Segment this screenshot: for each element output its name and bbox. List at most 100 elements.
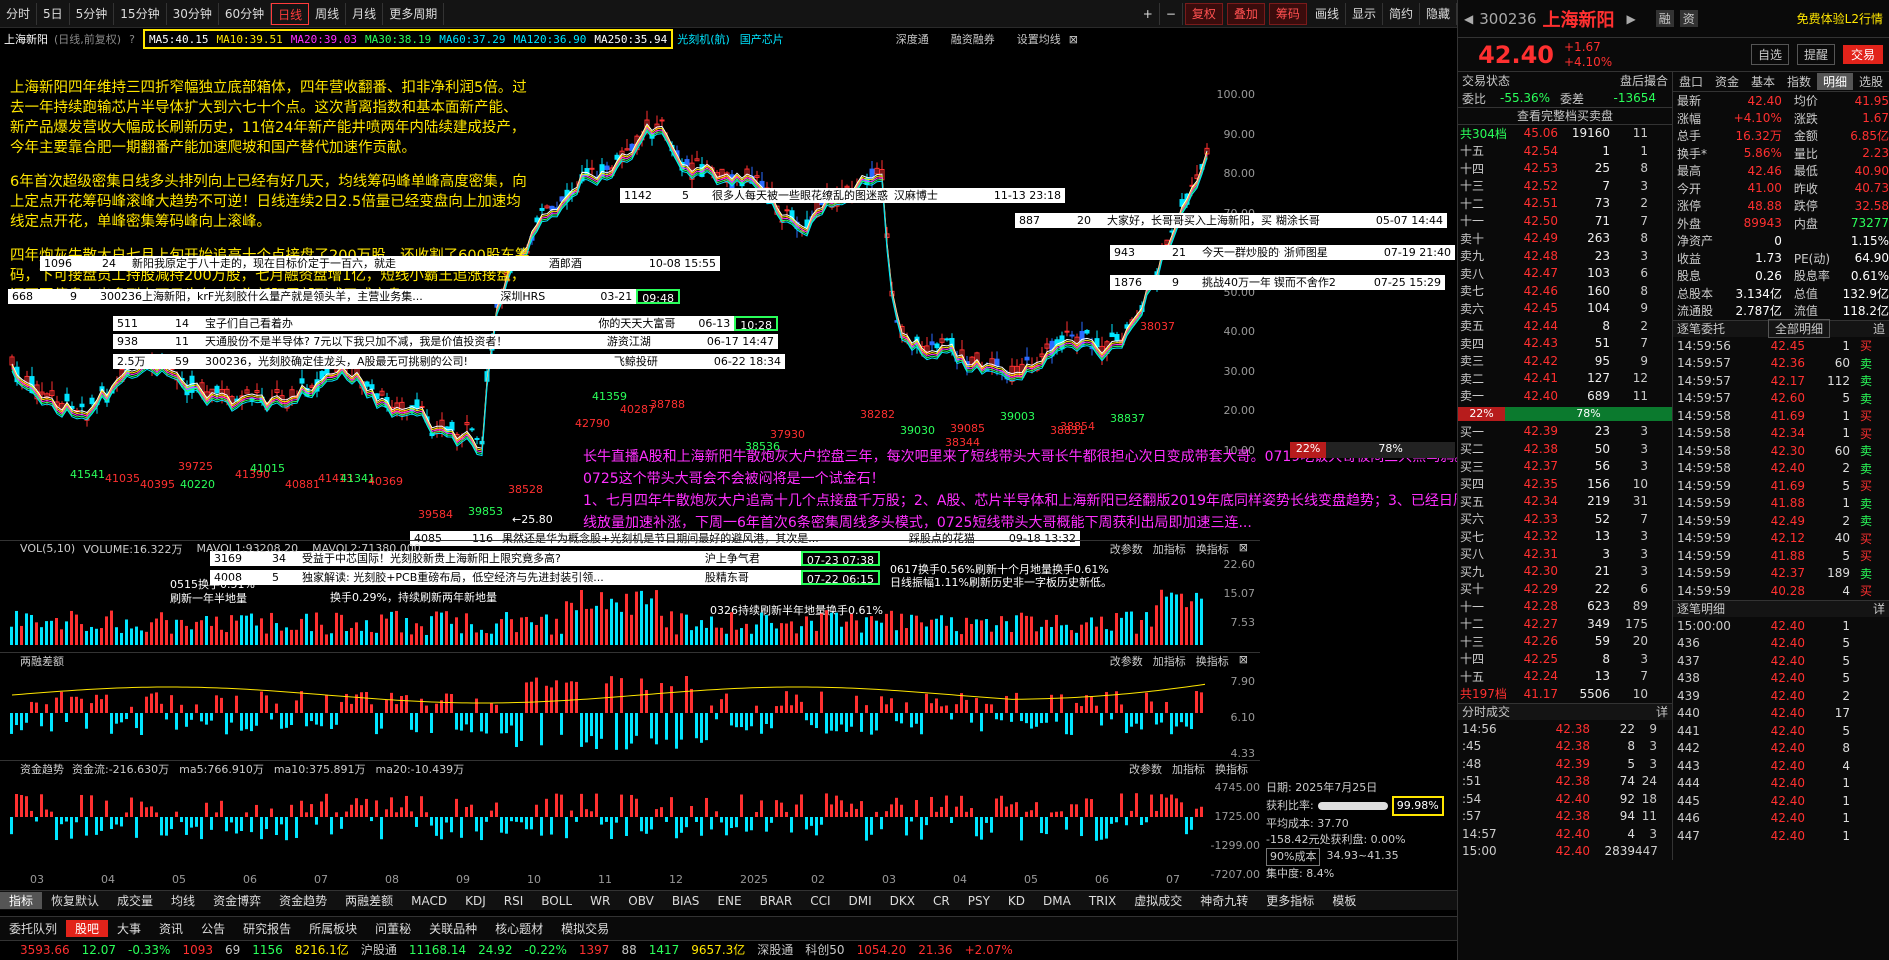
buy-level[interactable]: 买六 42.33 52 7 (1458, 510, 1672, 528)
buy-level[interactable]: 买一 42.39 23 3 (1458, 423, 1672, 441)
bottom-tab[interactable]: 资讯 (150, 920, 192, 937)
period-tab[interactable]: 日线 (271, 2, 310, 25)
zoom-out-button[interactable]: − (1160, 3, 1183, 25)
period-tab[interactable]: 30分钟 (167, 2, 219, 25)
buy-level[interactable]: 十五 42.24 13 7 (1458, 668, 1672, 686)
sell-level[interactable]: 卖四 42.43 51 7 (1458, 335, 1672, 353)
period-tab[interactable]: 周线 (309, 2, 347, 25)
sell-level[interactable]: 卖七 42.46 160 8 (1458, 282, 1672, 300)
indicator-tab[interactable]: DKX (881, 894, 924, 908)
full-book-link[interactable]: 查看完整档买卖盘 (1458, 107, 1672, 125)
indicator-tab[interactable]: BOLL (532, 894, 581, 908)
buy-level[interactable]: 买七 42.32 13 3 (1458, 528, 1672, 546)
buy-level[interactable]: 买二 42.38 50 3 (1458, 440, 1672, 458)
comment-bar[interactable]: 1876 9 挑战40万一年内翻三倍日记锲而不舍作2 07-25 15:29 (1110, 275, 1445, 290)
entrust-filter[interactable]: 全部明细 (1767, 319, 1830, 339)
period-tab[interactable]: 月线 (346, 2, 384, 25)
sell-level[interactable]: 卖六 42.45 104 9 (1458, 300, 1672, 318)
comment-bar[interactable]: 1096 24 新阳我原定于八十走的，现在目标价定于一百六，就走 酒郎酒 10-08 1… (40, 256, 720, 271)
margin-link[interactable]: 融资融券 (951, 31, 995, 47)
comment-bar[interactable]: 511 14 宝子们自己看着办 你的天天大富哥 06-13 10:28 (113, 316, 778, 331)
sell-level[interactable]: 十三 42.52 7 3 (1458, 177, 1672, 195)
detail-more-button[interactable]: 详 (1873, 600, 1885, 617)
indicator-tab[interactable]: 神奇九转 (1191, 892, 1257, 909)
indicator-tab[interactable]: OBV (619, 894, 663, 908)
indicator-tab[interactable]: 均线 (162, 892, 204, 909)
sell-level[interactable]: 卖三 42.42 95 9 (1458, 352, 1672, 370)
sell-level[interactable]: 十四 42.53 25 8 (1458, 160, 1672, 178)
quote-tab[interactable]: 盘口 (1673, 73, 1709, 90)
indicator-tab[interactable]: MACD (402, 894, 456, 908)
buy-level[interactable]: 十二 42.27 349 175 (1458, 615, 1672, 633)
indicator-tab[interactable]: TRIX (1080, 894, 1125, 908)
draw-button[interactable]: 画线 (1309, 3, 1346, 25)
display-button[interactable]: 显示 (1346, 3, 1383, 25)
cost-range-select[interactable]: 90%成本 (1266, 848, 1321, 866)
quote-tab[interactable]: 基本 (1745, 73, 1781, 90)
period-tab[interactable]: 15分钟 (114, 2, 167, 25)
depth-link[interactable]: 深度通 (896, 31, 929, 47)
indicator-tab[interactable]: CCI (801, 894, 839, 908)
quote-tab[interactable]: 资金 (1709, 73, 1745, 90)
indicator-tab[interactable]: RSI (495, 894, 533, 908)
bottom-tab[interactable]: 股吧 (66, 920, 109, 937)
period-tab[interactable]: 分时 (0, 2, 38, 25)
bottom-tab[interactable]: 模拟交易 (552, 920, 618, 937)
indicator-tab[interactable]: 更多指标 (1257, 892, 1323, 909)
buy-level[interactable]: 十一 42.28 623 89 (1458, 598, 1672, 616)
buy-level[interactable]: 买九 42.30 21 3 (1458, 563, 1672, 581)
sell-level[interactable]: 卖八 42.47 103 6 (1458, 265, 1672, 283)
chart-mode[interactable]: (日线,前复权) (54, 31, 121, 47)
bottom-tab[interactable]: 研究报告 (234, 920, 300, 937)
prev-stock-icon[interactable]: ◀ (1464, 12, 1473, 26)
buy-level[interactable]: 十三 42.26 59 20 (1458, 633, 1672, 651)
hgt-link[interactable]: 沪股通 (361, 941, 397, 958)
comment-bar[interactable]: 668 9 300236上海新阳，krF光刻胶什么量产就是领头羊，主营业务集... 深… (8, 289, 680, 304)
indicator-tab[interactable]: BRAR (751, 894, 802, 908)
sell-level[interactable]: 卖五 42.44 8 2 (1458, 317, 1672, 335)
quote-tab[interactable]: 明细 (1817, 73, 1853, 90)
entrust-more-button[interactable]: 追 (1873, 320, 1885, 337)
bottom-tab[interactable]: 所属板块 (300, 920, 366, 937)
next-stock-icon[interactable]: ▶ (1627, 12, 1636, 26)
hide-button[interactable]: 隐藏 (1420, 3, 1457, 25)
indicator-tab[interactable]: 资金趋势 (270, 892, 336, 909)
period-tab[interactable]: 5日 (37, 2, 70, 25)
indicator-tab[interactable]: WR (581, 894, 619, 908)
indicator-tab[interactable]: DMI (840, 894, 881, 908)
sell-level[interactable]: 卖十 42.49 263 8 (1458, 230, 1672, 248)
ticks-more-button[interactable]: 详 (1656, 703, 1668, 720)
period-tab[interactable]: 5分钟 (70, 2, 115, 25)
adjust-button[interactable]: 复权 (1184, 3, 1223, 25)
bottom-tab[interactable]: 核心题材 (486, 920, 552, 937)
indicator-tab[interactable]: DMA (1034, 894, 1080, 908)
concept-tag-1[interactable]: 光刻机(航) (677, 31, 730, 47)
watchlist-button[interactable]: 自选 (1750, 44, 1789, 65)
chips-button[interactable]: 筹码 (1268, 3, 1307, 25)
buy-level[interactable]: 十四 42.25 8 3 (1458, 650, 1672, 668)
bottom-tab[interactable]: 委托队列 (0, 920, 66, 937)
indicator-tab[interactable]: KDJ (456, 894, 495, 908)
concept-tag-2[interactable]: 国产芯片 (740, 31, 784, 47)
indicator-tab[interactable]: 资金博弈 (204, 892, 270, 909)
sell-level[interactable]: 卖二 42.41 127 12 (1458, 370, 1672, 388)
help-icon[interactable]: ? (129, 33, 135, 46)
sgt-link[interactable]: 深股通 (757, 941, 793, 958)
period-tab[interactable]: 60分钟 (219, 2, 272, 25)
pro-link[interactable]: 免费体验L2行情 (1797, 10, 1883, 27)
comment-bar[interactable]: 1142 5 很多人每天被一些眼花缭乱的图迷惑 我就说几个点！ 其他自行体...汉麻… (620, 188, 1065, 203)
sell-level[interactable]: 十五 42.54 1 1 (1458, 142, 1672, 160)
ma-settings-link[interactable]: 设置均线 (1017, 31, 1061, 47)
comment-bar[interactable]: 938 11 天通股份不是半导体? 7元以下我只加不减，我是价值投资者！ 游资江湖 06… (113, 334, 778, 349)
indicator-tab[interactable]: 成交量 (108, 892, 162, 909)
quote-tab[interactable]: 指数 (1781, 73, 1817, 90)
indicator-tab[interactable]: 指标 (0, 892, 43, 909)
indicator-tab[interactable]: ENE (708, 894, 750, 908)
alert-button[interactable]: 提醒 (1796, 44, 1835, 65)
simple-button[interactable]: 简约 (1383, 3, 1420, 25)
sell-level[interactable]: 十二 42.51 73 2 (1458, 195, 1672, 213)
indicator-tab[interactable]: BIAS (663, 894, 709, 908)
overlay-button[interactable]: 叠加 (1226, 3, 1265, 25)
indicator-tab[interactable]: 模板 (1323, 892, 1365, 909)
buy-level[interactable]: 买八 42.31 3 3 (1458, 545, 1672, 563)
